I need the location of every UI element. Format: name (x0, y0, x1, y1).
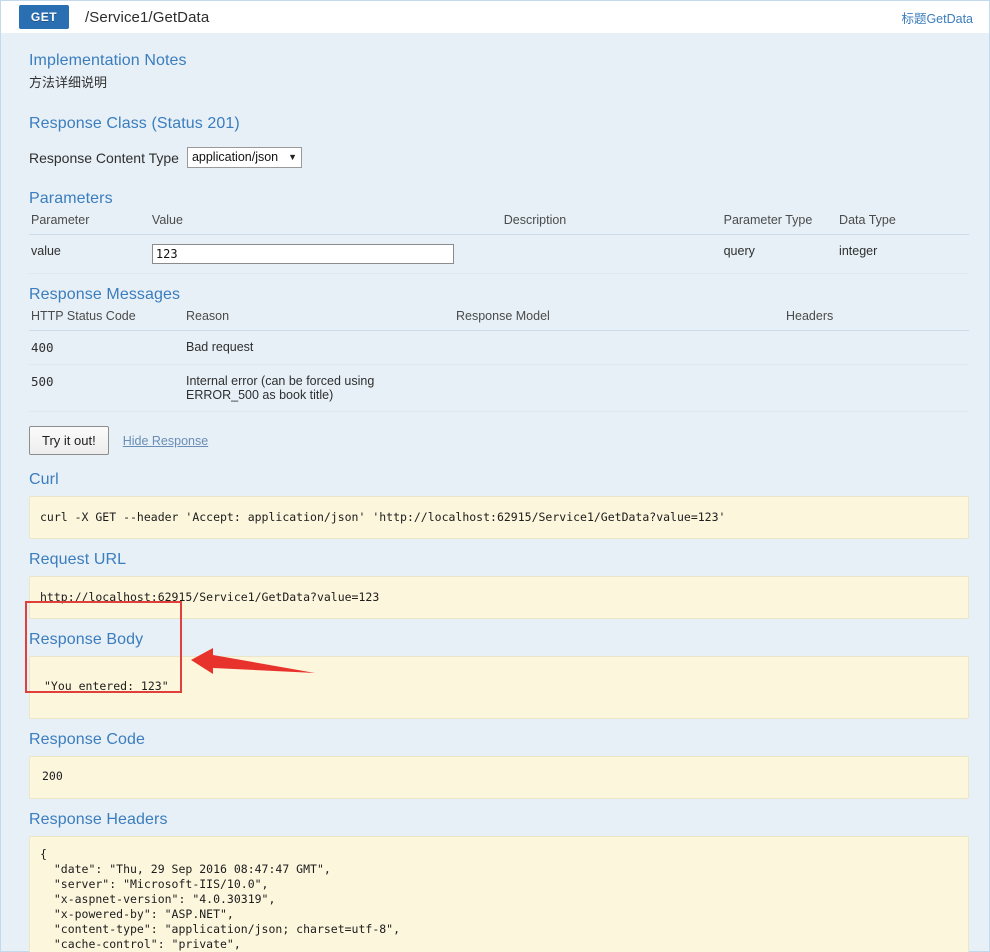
parameter-description (501, 234, 722, 274)
table-row: value query integer (29, 234, 969, 274)
response-class-heading: Response Class (Status 201) (29, 115, 240, 132)
response-headers-heading: Response Headers (29, 811, 168, 828)
col-header-response-model: Response Model (454, 306, 784, 331)
hide-response-link[interactable]: Hide Response (123, 434, 208, 448)
curl-heading: Curl (29, 471, 59, 488)
response-model (454, 364, 784, 412)
col-header-description: Description (501, 210, 722, 235)
chevron-down-icon: ▼ (288, 152, 298, 162)
table-row: 500 Internal error (can be forced using … (29, 364, 969, 412)
parameter-data-type: integer (837, 234, 969, 274)
response-headers-cell (784, 330, 969, 365)
col-header-headers: Headers (784, 306, 969, 331)
implementation-notes-text: 方法详细说明 (29, 75, 108, 90)
parameter-name: value (29, 234, 150, 274)
col-header-parameter: Parameter (29, 210, 150, 235)
response-reason: Internal error (can be forced using ERRO… (184, 364, 454, 412)
response-content-type-label: Response Content Type (29, 149, 179, 166)
col-header-value: Value (149, 210, 502, 235)
request-url-heading: Request URL (29, 551, 127, 568)
response-code-value: 200 (29, 756, 969, 799)
response-reason: Bad request (184, 330, 454, 365)
col-header-data-type: Data Type (837, 210, 969, 235)
operation-path[interactable]: /Service1/GetData (69, 1, 209, 33)
col-header-parameter-type: Parameter Type (721, 210, 838, 235)
swagger-operation-panel: GET /Service1/GetData 标题GetData Implemen… (0, 0, 990, 952)
parameter-value-cell (149, 234, 502, 274)
operation-content: Implementation Notes 方法详细说明 Response Cla… (1, 34, 989, 952)
response-headers-value: { "date": "Thu, 29 Sep 2016 08:47:47 GMT… (29, 836, 969, 952)
submit-row: Try it out! Hide Response (29, 426, 969, 455)
response-content-type-select[interactable]: application/json ▼ (186, 147, 303, 168)
response-content-type-row: Response Content Type application/json ▼ (29, 147, 969, 168)
curl-command: curl -X GET --header 'Accept: applicatio… (29, 496, 969, 539)
response-body-heading: Response Body (29, 631, 144, 648)
try-it-out-button[interactable]: Try it out! (29, 426, 109, 455)
table-row: 400 Bad request (29, 330, 969, 365)
parameter-type: query (721, 234, 838, 274)
implementation-notes-heading: Implementation Notes (29, 52, 187, 69)
response-messages-table: HTTP Status Code Reason Response Model H… (29, 306, 969, 412)
response-model (454, 330, 784, 365)
response-content-type-value: application/json (191, 150, 279, 164)
request-url-value: http://localhost:62915/Service1/GetData?… (29, 576, 969, 619)
response-headers-cell (784, 364, 969, 412)
parameters-heading: Parameters (29, 190, 113, 207)
operation-summary: 标题GetData (901, 11, 973, 26)
response-messages-header-row: HTTP Status Code Reason Response Model H… (29, 306, 969, 331)
parameters-header-row: Parameter Value Description Parameter Ty… (29, 210, 969, 235)
col-header-http-status-code: HTTP Status Code (29, 306, 184, 331)
response-code-heading: Response Code (29, 731, 146, 748)
response-body-value: "You entered: 123" (29, 656, 969, 719)
response-status-code: 400 (29, 330, 184, 365)
response-messages-heading: Response Messages (29, 286, 181, 303)
http-method-badge: GET (19, 5, 69, 29)
parameter-value-input[interactable] (151, 244, 454, 264)
col-header-reason: Reason (184, 306, 454, 331)
operation-heading[interactable]: GET /Service1/GetData 标题GetData (1, 1, 989, 34)
parameters-table: Parameter Value Description Parameter Ty… (29, 210, 969, 274)
response-status-code: 500 (29, 364, 184, 412)
